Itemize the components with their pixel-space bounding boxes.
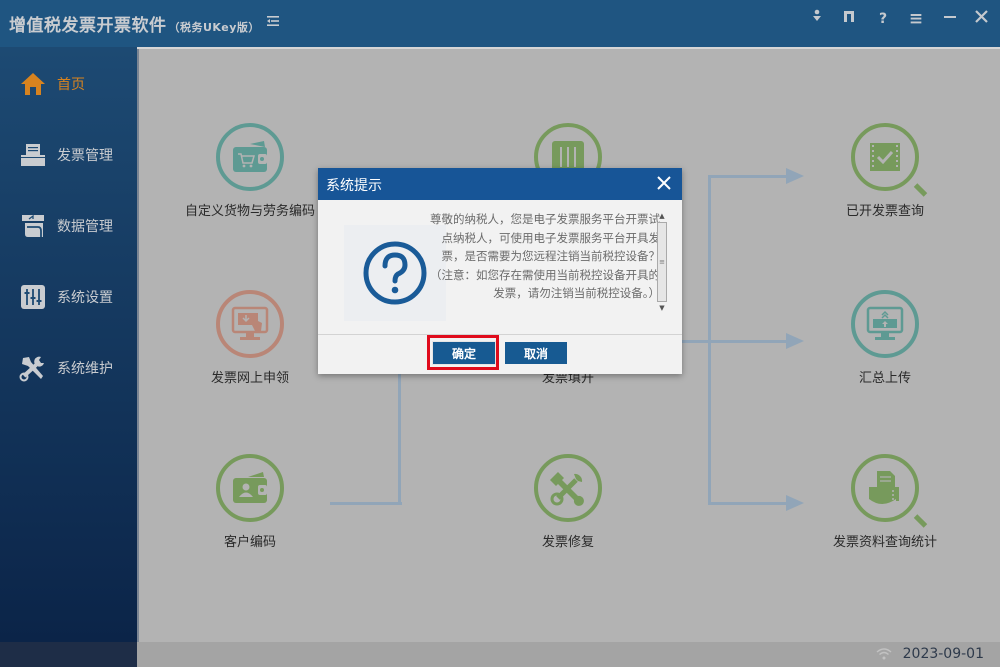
topbar-shadow [137, 47, 1000, 49]
minimize-icon[interactable] [937, 6, 963, 32]
feature-customer-code[interactable]: 客户编码 [150, 454, 350, 550]
flow-line [708, 175, 788, 178]
bookmark-icon[interactable] [836, 6, 862, 32]
menu-collapse-icon[interactable] [262, 12, 284, 34]
sliders-icon [18, 282, 48, 312]
wrench-screwdriver-icon [534, 454, 602, 522]
scroll-thumb[interactable]: ≡ [657, 222, 667, 302]
sidebar-item-data-management[interactable]: 数据管理 [18, 208, 136, 244]
document-printer-search-icon [851, 454, 928, 528]
feature-label: 发票资料查询统计 [832, 535, 937, 550]
flow-line [398, 370, 401, 505]
feature-label: 发票修复 [541, 535, 594, 550]
sidebar-item-home[interactable]: 首页 [18, 66, 136, 102]
dialog-title: 系统提示 [326, 178, 382, 194]
dialog-message: 尊敬的纳税人，您是电子发票服务平台开票试点纳税人，可使用电子发票服务平台开具发票… [430, 212, 660, 300]
close-window-icon[interactable] [968, 6, 994, 32]
app-title-text: 增值税发票开票软件 [9, 16, 167, 36]
sidebar-item-system-maintenance[interactable]: 系统维护 [18, 350, 136, 386]
home-icon [18, 69, 48, 99]
system-prompt-dialog: 系统提示 尊敬的纳税人，您是电子发票服务平台开票试点纳税人，可使用电子发票服务平… [318, 168, 682, 374]
download-icon[interactable] [804, 6, 830, 32]
app-title: 增值税发票开票软件 （税务UKey版） [9, 11, 260, 36]
wallet-person-icon [216, 454, 284, 522]
sidebar-item-label: 系统维护 [57, 361, 113, 377]
monitor-touch-icon [216, 290, 284, 358]
feature-invoice-data-statistics[interactable]: 发票资料查询统计 [785, 454, 985, 550]
scroll-down-icon[interactable]: ▼ [656, 302, 668, 314]
title-bar: 增值税发票开票软件 （税务UKey版） ? ≡ [0, 0, 1000, 47]
feature-issued-invoice-query[interactable]: 已开发票查询 [785, 123, 985, 219]
app-subtitle: （税务UKey版） [168, 21, 260, 34]
sidebar-item-label: 数据管理 [57, 219, 113, 235]
dialog-body: 尊敬的纳税人，您是电子发票服务平台开票试点纳税人，可使用电子发票服务平台开具发票… [318, 200, 682, 334]
sidebar-item-invoice-management[interactable]: 发票管理 [18, 137, 136, 173]
dialog-close-icon[interactable] [652, 171, 676, 195]
magnifier-handle [913, 183, 928, 197]
help-icon[interactable]: ? [870, 6, 896, 32]
confirm-highlight-box [427, 335, 499, 370]
scroll-up-icon[interactable]: ▲ [656, 210, 668, 222]
status-date: 2023-09-01 [902, 646, 984, 662]
wallet-cart-icon [216, 123, 284, 191]
feature-label: 客户编码 [223, 535, 276, 550]
sidebar-item-system-settings[interactable]: 系统设置 [18, 279, 136, 315]
magnifier-handle [913, 514, 928, 528]
monitor-upload-icon [851, 290, 919, 358]
feature-invoice-repair[interactable]: 发票修复 [468, 454, 668, 550]
status-bar: 2023-09-01 [0, 642, 1000, 667]
printer-icon [18, 140, 48, 170]
tools-icon [18, 353, 48, 383]
dialog-footer: 确定 取消 [318, 334, 682, 375]
sidebar: 首页 发票管理 数据管理 系统设置 系统维护 [0, 47, 137, 642]
flow-line [708, 502, 788, 505]
feature-summary-upload[interactable]: 汇总上传 [785, 290, 985, 386]
feature-label: 汇总上传 [858, 371, 911, 386]
sidebar-item-label: 首页 [57, 77, 85, 93]
data-icon [18, 211, 48, 241]
sidebar-item-label: 系统设置 [57, 290, 113, 306]
cancel-button[interactable]: 取消 [505, 342, 567, 364]
sidebar-item-label: 发票管理 [57, 148, 113, 164]
feature-label: 已开发票查询 [845, 204, 924, 219]
menu-icon[interactable]: ≡ [903, 6, 929, 32]
wifi-icon [876, 648, 892, 663]
status-bar-left [0, 642, 137, 667]
dialog-scrollbar[interactable]: ▲ ≡ ▼ [656, 210, 668, 320]
dialog-header: 系统提示 [318, 168, 682, 200]
invoice-search-icon [851, 123, 928, 197]
